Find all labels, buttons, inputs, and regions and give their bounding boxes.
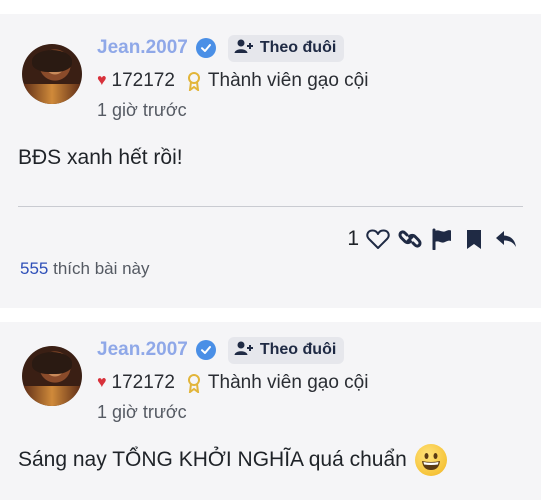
heart-icon: ♥ xyxy=(97,72,107,89)
reply-icon[interactable] xyxy=(493,226,519,252)
follow-label: Theo đuôi xyxy=(259,39,337,56)
like-heart-icon[interactable] xyxy=(365,226,391,252)
medal-icon xyxy=(187,373,201,393)
likes-summary[interactable]: 555 thích bài này xyxy=(20,259,150,279)
add-user-icon xyxy=(234,340,254,361)
post-text: Sáng nay TỔNG KHỞI NGHĨA quá chuẩn xyxy=(18,448,407,471)
follow-button[interactable]: Theo đuôi xyxy=(227,34,345,62)
post-actions: 1 xyxy=(347,224,519,254)
likes-number: 555 xyxy=(20,259,49,278)
bookmark-icon[interactable] xyxy=(461,226,487,252)
heart-score: 172172 xyxy=(111,70,175,91)
grinning-face-emoji xyxy=(414,444,447,476)
verified-badge-icon xyxy=(195,38,216,58)
divider xyxy=(18,206,523,207)
user-meta: ♥ 172172 Thành viên gạo cội xyxy=(97,68,368,94)
user-rank: Thành viên gạo cội xyxy=(207,372,369,393)
username[interactable]: Jean.2007 xyxy=(97,37,188,59)
user-rank: Thành viên gạo cội xyxy=(207,70,369,91)
avatar[interactable] xyxy=(22,44,82,104)
avatar[interactable] xyxy=(22,346,82,406)
post-content: BĐS xanh hết rồi! xyxy=(18,146,183,170)
link-icon[interactable] xyxy=(397,226,423,252)
post-time[interactable]: 1 giờ trước xyxy=(97,402,187,423)
post-header: Jean.2007 Theo đuôi xyxy=(97,336,345,364)
medal-icon xyxy=(187,71,201,91)
likes-text: thích bài này xyxy=(53,259,150,278)
heart-icon: ♥ xyxy=(97,374,107,391)
flag-icon[interactable] xyxy=(429,226,455,252)
post-text: BĐS xanh hết rồi! xyxy=(18,146,183,169)
follow-label: Theo đuôi xyxy=(259,341,337,358)
post-1: Jean.2007 Theo đuôi ♥ 172172 Thành viên … xyxy=(0,14,541,308)
username[interactable]: Jean.2007 xyxy=(97,339,188,361)
post-2: Jean.2007 Theo đuôi ♥ 172172 Thành viên … xyxy=(0,322,541,500)
follow-button[interactable]: Theo đuôi xyxy=(227,336,345,364)
heart-score: 172172 xyxy=(111,372,175,393)
user-meta: ♥ 172172 Thành viên gạo cội xyxy=(97,370,368,396)
verified-badge-icon xyxy=(195,340,216,360)
post-content: Sáng nay TỔNG KHỞI NGHĨA quá chuẩn xyxy=(18,444,447,476)
like-count[interactable]: 1 xyxy=(347,227,359,251)
post-header: Jean.2007 Theo đuôi xyxy=(97,34,345,62)
post-time[interactable]: 1 giờ trước xyxy=(97,100,187,121)
add-user-icon xyxy=(234,38,254,59)
